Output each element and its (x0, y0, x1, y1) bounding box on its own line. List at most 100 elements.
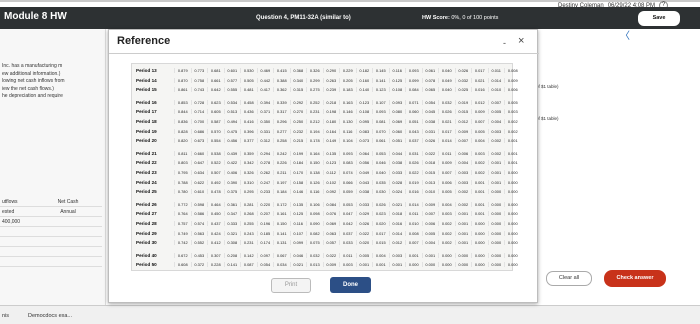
save-button[interactable]: Save (638, 11, 680, 26)
close-icon[interactable]: × (518, 35, 524, 47)
factor-cell: 0.040 (372, 170, 389, 175)
factor-cell: 0.339 (273, 99, 290, 105)
factor-cell: 0.000 (471, 240, 488, 246)
factor-cell: 0.437 (207, 221, 224, 226)
factor-cell: 0.194 (306, 128, 323, 134)
factor-cell: 0.296 (273, 119, 290, 124)
minimize-icon[interactable]: - (503, 38, 506, 48)
factor-cell: 0.185 (256, 230, 274, 236)
table-cell: utflows (2, 198, 18, 205)
table-cell: Annual (60, 208, 76, 215)
factor-cell: 0.161 (273, 211, 290, 217)
factor-cell: 0.002 (504, 119, 521, 124)
factor-cell: 0.021 (388, 201, 406, 207)
factor-cell: 0.853 (174, 99, 191, 105)
pv-table-link[interactable]: of $1 table) (536, 71, 559, 103)
factor-cell: 0.001 (372, 262, 389, 268)
factor-cell: 0.010 (421, 189, 439, 195)
pv-table-link[interactable]: of $1 table) (536, 103, 559, 135)
factor-cell: 0.412 (207, 240, 224, 246)
factor-cell: 0.095 (355, 119, 373, 124)
factor-cell: 0.000 (487, 221, 505, 226)
factor-cell: 0.043 (355, 179, 373, 185)
factor-cell: 0.001 (454, 211, 472, 217)
table-row: utflows Net Cash (0, 197, 102, 207)
factor-cell: 0.534 (223, 99, 241, 105)
factor-cell: 0.053 (339, 201, 356, 207)
factor-cell: 0.107 (289, 230, 307, 236)
factor-cell: 0.277 (273, 128, 290, 134)
factor-cell: 0.009 (322, 262, 340, 268)
factor-cell: 0.212 (306, 119, 323, 124)
factor-cell: 0.033 (339, 240, 356, 246)
factor-cell: 0.000 (438, 252, 455, 258)
factor-cell: 0.377 (240, 138, 257, 144)
clear-all-button[interactable]: Clear all (546, 271, 592, 286)
factor-cell: 0.001 (454, 221, 472, 226)
factor-cell: 0.123 (322, 160, 340, 166)
factor-cell: 0.686 (190, 128, 208, 134)
factor-cell: 0.001 (405, 252, 422, 258)
factor-cell: 0.233 (256, 189, 274, 195)
factor-cell: 0.000 (504, 201, 521, 207)
factor-cell: 0.138 (306, 170, 323, 175)
factor-cell: 0.295 (240, 189, 257, 195)
factor-cell: 0.069 (388, 119, 406, 124)
factor-cell: 0.469 (256, 68, 274, 73)
factor-cells: 0.742 0.552 0.412 0.308 0.231 0.174 0.131 0.099… (174, 240, 521, 246)
factor-cell: 0.552 (190, 240, 208, 246)
check-answer-button[interactable]: Check answer (604, 270, 666, 287)
factor-cell: 0.207 (256, 211, 274, 217)
factor-cell: 0.098 (306, 211, 323, 217)
factor-cell: 0.070 (372, 128, 389, 134)
done-button[interactable]: Done (330, 277, 371, 293)
factor-cell: 0.220 (256, 201, 274, 207)
factor-cell: 0.294 (256, 150, 274, 156)
question-panel: Inc. has a manufacturing m ew additional… (0, 29, 106, 307)
factor-cell: 0.145 (372, 68, 389, 73)
factor-cell: 0.015 (372, 240, 389, 246)
factor-cell: 0.417 (256, 87, 274, 93)
factor-cell: 0.046 (372, 160, 389, 166)
factor-cells: 0.820 0.673 0.554 0.456 0.377 0.312 0.258 0.215… (174, 138, 521, 144)
factor-cell: 0.007 (438, 170, 455, 175)
factor-cell: 0.040 (438, 68, 455, 73)
factor-cell: 0.312 (256, 138, 274, 144)
factor-cell: 0.728 (190, 99, 208, 105)
factor-cell: 0.007 (405, 240, 422, 246)
factor-cell: 0.008 (405, 230, 422, 236)
factor-cell: 0.107 (372, 99, 389, 105)
factor-cell: 0.084 (322, 201, 340, 207)
factor-cell: 0.281 (240, 201, 257, 207)
factor-cell: 0.164 (306, 150, 323, 156)
factor-cell: 0.000 (454, 252, 472, 258)
factor-cell: 0.001 (504, 138, 521, 144)
factor-cell: 0.080 (388, 109, 406, 115)
factor-cell: 0.170 (289, 170, 307, 175)
factor-cell: 0.017 (438, 128, 455, 134)
factor-cell: 0.001 (487, 160, 505, 166)
factor-cell: 0.081 (372, 119, 389, 124)
factor-cell: 0.368 (289, 68, 307, 73)
factor-cell: 0.178 (306, 138, 323, 144)
factor-cell: 0.012 (388, 240, 406, 246)
factor-cell: 0.000 (454, 262, 472, 268)
print-button[interactable]: Print (271, 278, 311, 293)
factor-cell: 0.031 (421, 128, 439, 134)
factor-cell: 0.014 (487, 77, 505, 83)
period-label: Period 20 (136, 138, 157, 144)
previous-icon[interactable]: 〈 (616, 27, 634, 42)
factor-cells: 0.811 0.660 0.538 0.439 0.359 0.294 0.242 0.199… (174, 150, 521, 156)
factor-cell: 0.598 (190, 201, 208, 207)
factor-cell: 0.000 (504, 189, 521, 195)
factor-cell: 0.002 (454, 201, 472, 207)
factor-cell: 0.003 (504, 109, 521, 115)
factor-cell: 0.661 (207, 77, 224, 83)
factor-cell: 0.004 (487, 119, 505, 124)
factor-cells: 0.803 0.647 0.522 0.422 0.342 0.278 0.226 0.184… (174, 160, 521, 166)
factor-cell: 0.075 (306, 240, 323, 246)
factor-cell: 0.131 (273, 240, 290, 246)
period-row: Period 26 0.772 0.598 0.464 0.361 0.281 0.220 0… (136, 201, 521, 208)
factor-cell: 0.228 (207, 262, 224, 268)
factor-cell: 0.481 (240, 87, 257, 93)
